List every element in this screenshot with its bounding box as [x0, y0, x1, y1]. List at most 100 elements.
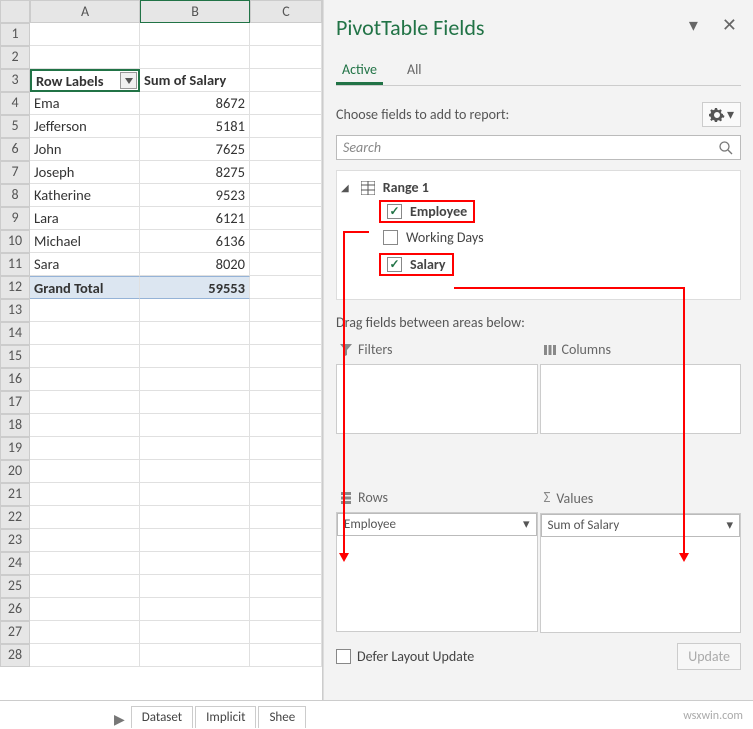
cell[interactable]	[140, 322, 250, 345]
cell[interactable]	[30, 460, 140, 483]
cell[interactable]	[140, 644, 250, 667]
range-name[interactable]: Range 1	[383, 179, 429, 196]
field-salary[interactable]: ✓ Salary	[379, 253, 454, 276]
cell[interactable]	[30, 345, 140, 368]
cell[interactable]	[140, 506, 250, 529]
cell[interactable]	[140, 299, 250, 322]
cell[interactable]	[30, 414, 140, 437]
filters-area[interactable]: Filters	[336, 339, 538, 485]
cell[interactable]: 8275	[140, 161, 250, 184]
cell[interactable]: 6121	[140, 207, 250, 230]
cell[interactable]	[250, 23, 322, 46]
row-header[interactable]: 12	[0, 276, 30, 299]
cell[interactable]	[250, 322, 322, 345]
cell[interactable]: Katherine	[30, 184, 140, 207]
defer-update-checkbox[interactable]	[336, 649, 351, 664]
chevron-down-icon[interactable]: ▾	[726, 518, 733, 533]
update-button[interactable]: Update	[677, 643, 741, 670]
spreadsheet-grid[interactable]: A B C 1 2 3 Row Labels Sum of Salary 4 E…	[0, 0, 323, 700]
values-pill-salary[interactable]: Sum of Salary ▾	[541, 514, 741, 537]
values-area[interactable]: ΣValues Sum of Salary ▾	[540, 487, 742, 633]
row-header[interactable]: 20	[0, 460, 30, 483]
cell[interactable]	[250, 529, 322, 552]
row-header[interactable]: 25	[0, 575, 30, 598]
checkbox[interactable]: ✓	[387, 204, 402, 219]
row-header[interactable]: 18	[0, 414, 30, 437]
columns-area[interactable]: Columns	[540, 339, 742, 485]
close-icon[interactable]: ✕	[722, 14, 737, 36]
cell[interactable]	[30, 368, 140, 391]
cell[interactable]	[140, 552, 250, 575]
cell[interactable]	[140, 529, 250, 552]
cell[interactable]: 5181	[140, 115, 250, 138]
rows-area[interactable]: Rows Employee ▾	[336, 487, 538, 633]
cell[interactable]	[250, 207, 322, 230]
tab-all[interactable]: All	[401, 57, 428, 85]
field-employee[interactable]: ✓ Employee	[379, 200, 475, 223]
select-all-corner[interactable]	[0, 0, 30, 23]
cell[interactable]	[250, 230, 322, 253]
cell[interactable]	[140, 391, 250, 414]
cell[interactable]	[30, 529, 140, 552]
row-header[interactable]: 22	[0, 506, 30, 529]
row-header[interactable]: 4	[0, 92, 30, 115]
row-header[interactable]: 24	[0, 552, 30, 575]
row-header[interactable]: 16	[0, 368, 30, 391]
row-header[interactable]: 15	[0, 345, 30, 368]
tab-active[interactable]: Active	[336, 57, 383, 85]
cell[interactable]	[250, 414, 322, 437]
cell[interactable]	[250, 138, 322, 161]
cell[interactable]	[250, 161, 322, 184]
row-header[interactable]: 6	[0, 138, 30, 161]
cell[interactable]	[250, 276, 322, 299]
gear-icon[interactable]: ▾	[702, 102, 741, 127]
cell[interactable]	[140, 345, 250, 368]
cell[interactable]	[250, 299, 322, 322]
filter-dropdown-button[interactable]	[120, 72, 137, 89]
cell[interactable]	[140, 414, 250, 437]
cell[interactable]	[30, 621, 140, 644]
cell[interactable]	[250, 644, 322, 667]
collapse-icon[interactable]: ◢	[341, 181, 349, 194]
row-header[interactable]: 2	[0, 46, 30, 69]
sheet-tab-implicit[interactable]: Implicit	[195, 706, 256, 728]
cell[interactable]	[30, 437, 140, 460]
cell[interactable]	[140, 46, 250, 69]
row-header[interactable]: 19	[0, 437, 30, 460]
cell[interactable]	[140, 598, 250, 621]
cell[interactable]	[140, 621, 250, 644]
row-header[interactable]: 5	[0, 115, 30, 138]
cell[interactable]	[30, 299, 140, 322]
col-header-a[interactable]: A	[30, 0, 140, 23]
cell[interactable]: Sara	[30, 253, 140, 276]
cell[interactable]: Ema	[30, 92, 140, 115]
cell[interactable]	[250, 345, 322, 368]
row-header[interactable]: 1	[0, 23, 30, 46]
cell[interactable]	[30, 644, 140, 667]
cell[interactable]	[30, 322, 140, 345]
cell[interactable]	[250, 368, 322, 391]
cell[interactable]	[30, 23, 140, 46]
row-header[interactable]: 8	[0, 184, 30, 207]
row-header[interactable]: 23	[0, 529, 30, 552]
cell[interactable]: 8020	[140, 253, 250, 276]
cell[interactable]: Jefferson	[30, 115, 140, 138]
cell[interactable]	[250, 460, 322, 483]
cell[interactable]: 6136	[140, 230, 250, 253]
checkbox[interactable]	[383, 230, 398, 245]
pane-menu-button[interactable]: ▾	[689, 14, 698, 36]
cell[interactable]	[250, 115, 322, 138]
cell[interactable]	[140, 483, 250, 506]
row-header[interactable]: 28	[0, 644, 30, 667]
cell[interactable]: 8672	[140, 92, 250, 115]
cell[interactable]	[140, 575, 250, 598]
col-header-b[interactable]: B	[140, 0, 250, 23]
row-header[interactable]: 26	[0, 598, 30, 621]
cell[interactable]	[30, 598, 140, 621]
cell[interactable]: Joseph	[30, 161, 140, 184]
row-header[interactable]: 3	[0, 69, 30, 92]
row-header[interactable]: 13	[0, 299, 30, 322]
cell[interactable]	[250, 92, 322, 115]
cell[interactable]: 9523	[140, 184, 250, 207]
rows-pill-employee[interactable]: Employee ▾	[337, 513, 537, 536]
